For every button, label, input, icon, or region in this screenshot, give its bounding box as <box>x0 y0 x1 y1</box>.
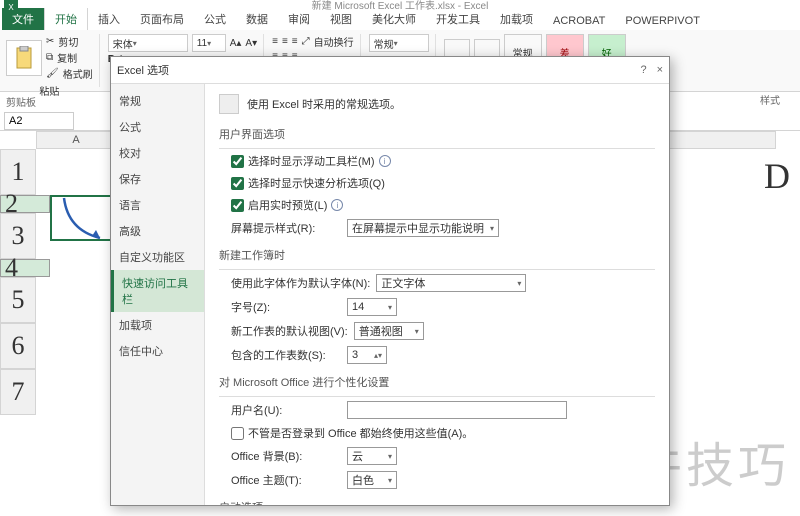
section-personalize: 对 Microsoft Office 进行个性化设置 <box>219 374 655 390</box>
chevron-down-icon: ▾ <box>388 476 392 485</box>
select-font-size[interactable]: 14▾ <box>347 298 397 316</box>
section-ui: 用户界面选项 <box>219 126 655 142</box>
cell-d1[interactable]: D <box>764 155 790 197</box>
section-startup: 启动选项 <box>219 499 655 505</box>
align-mid-icon[interactable]: ≡ <box>282 36 288 47</box>
lbl-office-bg: Office 背景(B): <box>231 448 341 464</box>
row-header-5[interactable]: 5 <box>0 277 36 323</box>
brush-icon: 🖌 <box>46 68 59 79</box>
clipboard-icon <box>14 46 34 70</box>
select-default-view[interactable]: 普通视图▾ <box>354 322 424 340</box>
lbl-default-font: 使用此字体作为默认字体(N): <box>231 275 370 291</box>
select-office-theme[interactable]: 白色▾ <box>347 471 397 489</box>
align-bot-icon[interactable]: ≡ <box>292 36 298 47</box>
lbl-quick: 选择时显示快速分析选项(Q) <box>248 175 385 191</box>
chevron-down-icon: ▾ <box>517 279 521 288</box>
chk-always-use[interactable] <box>231 427 244 440</box>
chevron-down-icon: ▾ <box>490 224 494 233</box>
info-icon[interactable]: i <box>379 155 391 167</box>
spinner-icon: ▴▾ <box>374 351 382 360</box>
orientation-icon[interactable]: ⤢ <box>302 36 310 47</box>
nav-formulas[interactable]: 公式 <box>111 114 204 140</box>
window-title: 新建 Microsoft Excel 工作表.xlsx - Excel <box>312 0 489 12</box>
name-box[interactable] <box>4 112 74 130</box>
lbl-live: 启用实时预览(L) <box>248 197 327 213</box>
tab-addins[interactable]: 加载项 <box>490 8 543 30</box>
tab-data[interactable]: 数据 <box>236 8 278 30</box>
decrease-font-icon[interactable]: A▾ <box>245 38 257 49</box>
copy-icon: ⧉ <box>46 52 53 63</box>
lbl-tipstyle: 屏幕提示样式(R): <box>231 220 341 236</box>
spinner-sheet-count[interactable]: 3▴▾ <box>347 346 387 364</box>
cut-button[interactable]: ✂剪切 <box>46 34 93 49</box>
lbl-office-theme: Office 主题(T): <box>231 472 341 488</box>
paste-button[interactable] <box>6 40 42 76</box>
chk-minibar[interactable] <box>231 155 244 168</box>
styles-group-label: 样式 <box>760 92 780 107</box>
dialog-content: 使用 Excel 时采用的常规选项。 用户界面选项 选择时显示浮动工具栏(M) i… <box>205 84 669 505</box>
scissors-icon: ✂ <box>46 36 54 47</box>
tab-powerpivot[interactable]: POWERPIVOT <box>615 12 710 30</box>
group-clipboard: ✂剪切 ⧉复制 🖌格式刷 粘贴 <box>6 34 100 87</box>
lbl-default-view: 新工作表的默认视图(V): <box>231 323 348 339</box>
chk-live-preview[interactable] <box>231 199 244 212</box>
nav-language[interactable]: 语言 <box>111 192 204 218</box>
chevron-down-icon: ▾ <box>388 303 392 312</box>
chevron-down-icon: ▾ <box>415 327 419 336</box>
nav-proofing[interactable]: 校对 <box>111 140 204 166</box>
dialog-close-button[interactable]: × <box>657 64 663 76</box>
tab-pagelayout[interactable]: 页面布局 <box>130 8 194 30</box>
nav-trust-center[interactable]: 信任中心 <box>111 338 204 364</box>
dialog-title: Excel 选项 <box>117 62 169 78</box>
nav-advanced[interactable]: 高级 <box>111 218 204 244</box>
format-painter-button[interactable]: 🖌格式刷 <box>46 66 93 81</box>
nav-customize-ribbon[interactable]: 自定义功能区 <box>111 244 204 270</box>
nav-save[interactable]: 保存 <box>111 166 204 192</box>
col-header-a[interactable]: A <box>36 131 116 149</box>
dialog-nav: 常规 公式 校对 保存 语言 高级 自定义功能区 快速访问工具栏 加载项 信任中… <box>111 84 205 505</box>
align-top-icon[interactable]: ≡ <box>272 36 278 47</box>
wrap-text-button[interactable]: 自动换行 <box>314 34 354 49</box>
excel-options-dialog: Excel 选项 ? × 常规 公式 校对 保存 语言 高级 自定义功能区 快速… <box>110 56 670 506</box>
chevron-down-icon: ▾ <box>388 452 392 461</box>
select-default-font[interactable]: 正文字体▾ <box>376 274 526 292</box>
row-header-7[interactable]: 7 <box>0 369 36 415</box>
font-size-select[interactable]: 11▾ <box>192 34 226 52</box>
font-name-select[interactable]: 宋体▾ <box>108 34 188 52</box>
tab-insert[interactable]: 插入 <box>88 8 130 30</box>
tab-home[interactable]: 开始 <box>44 7 88 30</box>
row-header-6[interactable]: 6 <box>0 323 36 369</box>
tab-formulas[interactable]: 公式 <box>194 8 236 30</box>
input-username[interactable] <box>347 401 567 419</box>
lbl-sheet-count: 包含的工作表数(S): <box>231 347 341 363</box>
options-icon <box>219 94 239 114</box>
chk-quick-analysis[interactable] <box>231 177 244 190</box>
select-tipstyle[interactable]: 在屏幕提示中显示功能说明▾ <box>347 219 499 237</box>
copy-button[interactable]: ⧉复制 <box>46 50 93 65</box>
dialog-help-button[interactable]: ? <box>640 64 646 76</box>
nav-addins[interactable]: 加载项 <box>111 312 204 338</box>
select-office-bg[interactable]: 云▾ <box>347 447 397 465</box>
nav-general[interactable]: 常规 <box>111 88 204 114</box>
section-newbook: 新建工作簿时 <box>219 247 655 263</box>
app-icon: X <box>4 0 18 14</box>
lbl-font-size: 字号(Z): <box>231 299 341 315</box>
lbl-minibar: 选择时显示浮动工具栏(M) <box>248 153 375 169</box>
tab-acrobat[interactable]: ACROBAT <box>543 12 615 30</box>
number-format-select[interactable]: 常规▾ <box>369 34 429 52</box>
row-header-2[interactable]: 2 <box>0 195 50 213</box>
lbl-always-use: 不管是否登录到 Office 都始终使用这些值(A)。 <box>248 425 473 441</box>
lbl-username: 用户名(U): <box>231 402 341 418</box>
row-header-4[interactable]: 4 <box>0 259 50 277</box>
info-icon-2[interactable]: i <box>331 199 343 211</box>
nav-quick-access[interactable]: 快速访问工具栏 <box>111 270 204 312</box>
dialog-intro: 使用 Excel 时采用的常规选项。 <box>247 96 401 112</box>
increase-font-icon[interactable]: A▴ <box>230 38 242 49</box>
